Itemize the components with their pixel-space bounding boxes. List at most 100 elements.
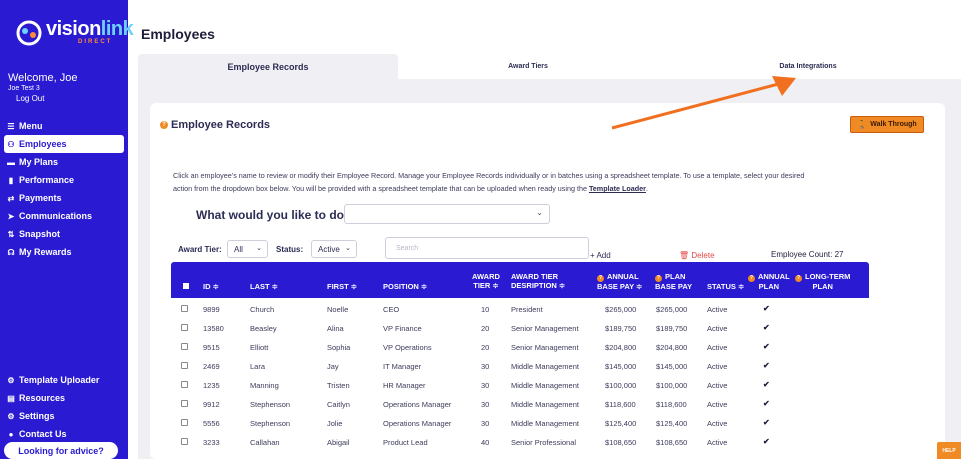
cell-desc: Middle Management	[511, 419, 579, 428]
welcome-block: Welcome, Joe Joe Test 3 Log Out	[8, 72, 78, 103]
chevron-down-icon: ⌄	[536, 208, 543, 217]
row-checkbox[interactable]	[181, 381, 188, 388]
sidebar-item-payments[interactable]: ⇄ Payments	[0, 189, 128, 207]
cell-annual: $265,000	[605, 305, 637, 314]
col-annual-plan[interactable]: ? ANNUAL PLAN	[748, 272, 790, 291]
communications-icon: ➤	[7, 211, 15, 221]
cell-first[interactable]: Jolie	[327, 419, 342, 428]
delete-button[interactable]: 🗑 Delete	[679, 251, 715, 260]
sidebar-item-my-rewards[interactable]: ☊ My Rewards	[0, 243, 128, 261]
cell-last[interactable]: Callahan	[250, 438, 280, 447]
cell-last[interactable]: Church	[250, 305, 274, 314]
select-all-checkbox[interactable]	[183, 283, 189, 289]
col-id[interactable]: ID ≑	[203, 282, 219, 291]
action-dropdown[interactable]: ⌄	[344, 204, 550, 224]
cell-first[interactable]: Abigail	[327, 438, 350, 447]
cell-last[interactable]: Stephenson	[250, 400, 290, 409]
table-row: 13580 Beasley Alina VP Finance 20 Senior Mana…	[171, 319, 869, 338]
col-long-term-plan[interactable]: ? LONG-TERM PLAN	[795, 272, 850, 291]
cell-desc: Middle Management	[511, 381, 579, 390]
info-icon[interactable]: ?	[795, 275, 802, 282]
col-last[interactable]: LAST ≑	[250, 282, 278, 291]
table-header: ID ≑ LAST ≑ FIRST ≑ POSITION ≑ AWARD TIE…	[171, 262, 869, 298]
logout-link[interactable]: Log Out	[16, 94, 78, 103]
cell-tier: 40	[481, 438, 490, 447]
cell-last[interactable]: Manning	[250, 381, 279, 390]
sidebar-item-template-uploader[interactable]: ⚙ Template Uploader	[0, 371, 128, 389]
cell-first[interactable]: Tristen	[327, 381, 350, 390]
cell-tier: 20	[481, 324, 490, 333]
cell-first[interactable]: Caitlyn	[327, 400, 350, 409]
award-tier-select[interactable]: All ⌄	[227, 240, 268, 258]
sidebar-item-resources[interactable]: ▤ Resources	[0, 389, 128, 407]
info-icon[interactable]: ?	[748, 275, 755, 282]
sidebar-item-communications[interactable]: ➤ Communications	[0, 207, 128, 225]
sidebar-item-menu[interactable]: ☰ Menu	[0, 117, 128, 135]
cell-first[interactable]: Jay	[327, 362, 339, 371]
cell-status: Active	[707, 305, 728, 314]
col-position[interactable]: POSITION ≑	[383, 282, 427, 291]
row-checkbox[interactable]	[181, 400, 188, 407]
col-plan-base-pay[interactable]: ? PLAN BASE PAY	[655, 272, 692, 291]
cell-plan: $189,750	[656, 324, 688, 333]
cell-first[interactable]: Noelle	[327, 305, 348, 314]
cell-id: 9515	[203, 343, 220, 352]
menu-icon: ☰	[7, 121, 15, 131]
tab-bar: Employee Records Award Tiers Data Integr…	[128, 54, 961, 79]
status-select[interactable]: Active ⌄	[311, 240, 357, 258]
cell-last[interactable]: Elliott	[250, 343, 268, 352]
cell-id: 9899	[203, 305, 220, 314]
sidebar-item-snapshot[interactable]: ⇅ Snapshot	[0, 225, 128, 243]
col-award-description[interactable]: AWARD TIER DESRIPTION ≑	[511, 272, 565, 290]
sidebar-item-settings[interactable]: ⚙ Settings	[0, 407, 128, 425]
cell-id: 9912	[203, 400, 220, 409]
info-icon[interactable]: ?	[160, 121, 168, 129]
sidebar-item-contact-us[interactable]: ● Contact Us	[0, 425, 128, 443]
row-checkbox[interactable]	[181, 343, 188, 350]
cell-last[interactable]: Lara	[250, 362, 265, 371]
walk-through-button[interactable]: 🚶 Walk Through	[850, 116, 924, 133]
col-status[interactable]: STATUS ≑	[707, 282, 744, 291]
sidebar-item-employees[interactable]: ⚇ Employees	[4, 135, 124, 153]
add-button[interactable]: + Add	[590, 251, 611, 260]
template-loader-link[interactable]: Template Loader	[589, 184, 646, 193]
row-checkbox[interactable]	[181, 324, 188, 331]
sidebar-item-label: Payments	[19, 193, 62, 203]
cell-id: 13580	[203, 324, 224, 333]
help-button[interactable]: HELP	[937, 442, 961, 459]
cell-annual: $118,600	[605, 400, 636, 409]
cell-plan: $100,000	[656, 381, 688, 390]
row-checkbox[interactable]	[181, 305, 188, 312]
sidebar-item-performance[interactable]: ▮ Performance	[0, 171, 128, 189]
col-first[interactable]: FIRST ≑	[327, 282, 357, 291]
row-checkbox[interactable]	[181, 438, 188, 445]
row-checkbox[interactable]	[181, 419, 188, 426]
cell-first[interactable]: Alina	[327, 324, 344, 333]
top-bar	[128, 0, 961, 10]
row-checkbox[interactable]	[181, 362, 188, 369]
visionlink-logo[interactable]: visionlink DIRECT	[16, 18, 134, 48]
info-icon[interactable]: ?	[597, 275, 604, 282]
cell-first[interactable]: Sophia	[327, 343, 350, 352]
username: Joe Test 3	[8, 85, 40, 92]
cell-plan: $265,000	[656, 305, 688, 314]
cell-position: Operations Manager	[383, 419, 452, 428]
col-award-tier[interactable]: AWARD TIER ≑	[472, 272, 500, 290]
info-icon[interactable]: ?	[655, 275, 662, 282]
rewards-icon: ☊	[7, 247, 15, 257]
cell-status: Active	[707, 381, 728, 390]
col-annual-base-pay[interactable]: ? ANNUAL BASE PAY ≑	[597, 272, 642, 291]
cell-position: IT Manager	[383, 362, 422, 371]
check-icon: ✔	[763, 380, 770, 389]
cell-desc: Middle Management	[511, 400, 579, 409]
contact-icon: ●	[8, 429, 14, 439]
check-icon: ✔	[763, 342, 770, 351]
tab-employee-records[interactable]: Employee Records	[138, 54, 398, 79]
sidebar-item-label: Snapshot	[19, 229, 61, 239]
cell-last[interactable]: Stephenson	[250, 419, 290, 428]
description: Click an employee’s name to review or mo…	[173, 171, 805, 193]
search-input[interactable]: Search	[385, 237, 589, 259]
cell-last[interactable]: Beasley	[250, 324, 277, 333]
sidebar-item-my-plans[interactable]: ▬ My Plans	[0, 153, 128, 171]
advice-button[interactable]: Looking for advice?	[4, 442, 118, 459]
